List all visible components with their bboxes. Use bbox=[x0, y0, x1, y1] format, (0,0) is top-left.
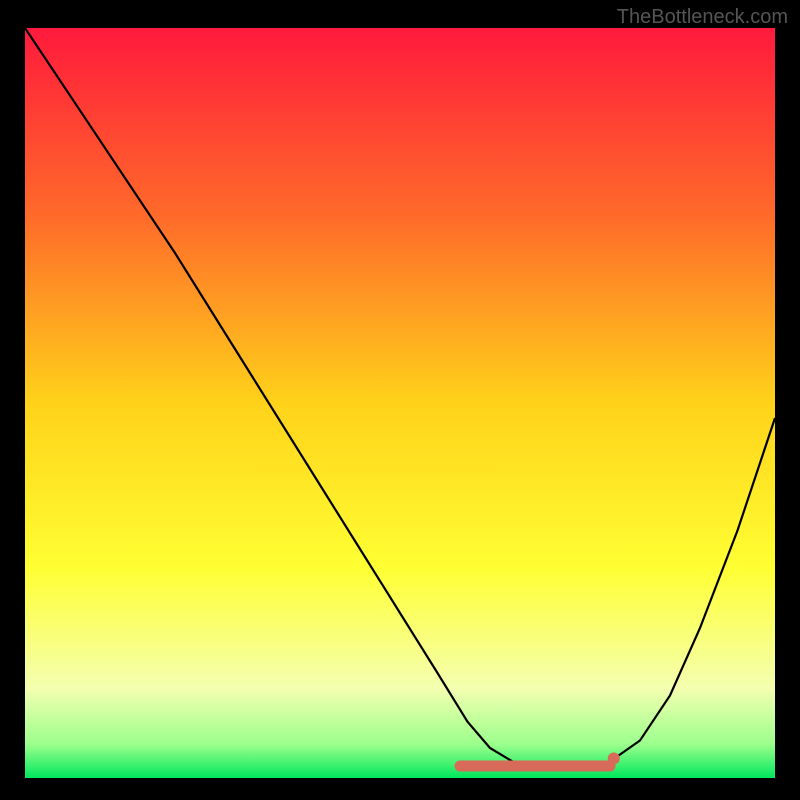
gradient-background bbox=[25, 28, 775, 778]
plot-area bbox=[25, 28, 775, 778]
watermark-text: TheBottleneck.com bbox=[617, 6, 788, 29]
chart-container: TheBottleneck.com bbox=[0, 0, 800, 800]
optimal-point-dot bbox=[608, 753, 620, 765]
chart-svg bbox=[25, 28, 775, 778]
